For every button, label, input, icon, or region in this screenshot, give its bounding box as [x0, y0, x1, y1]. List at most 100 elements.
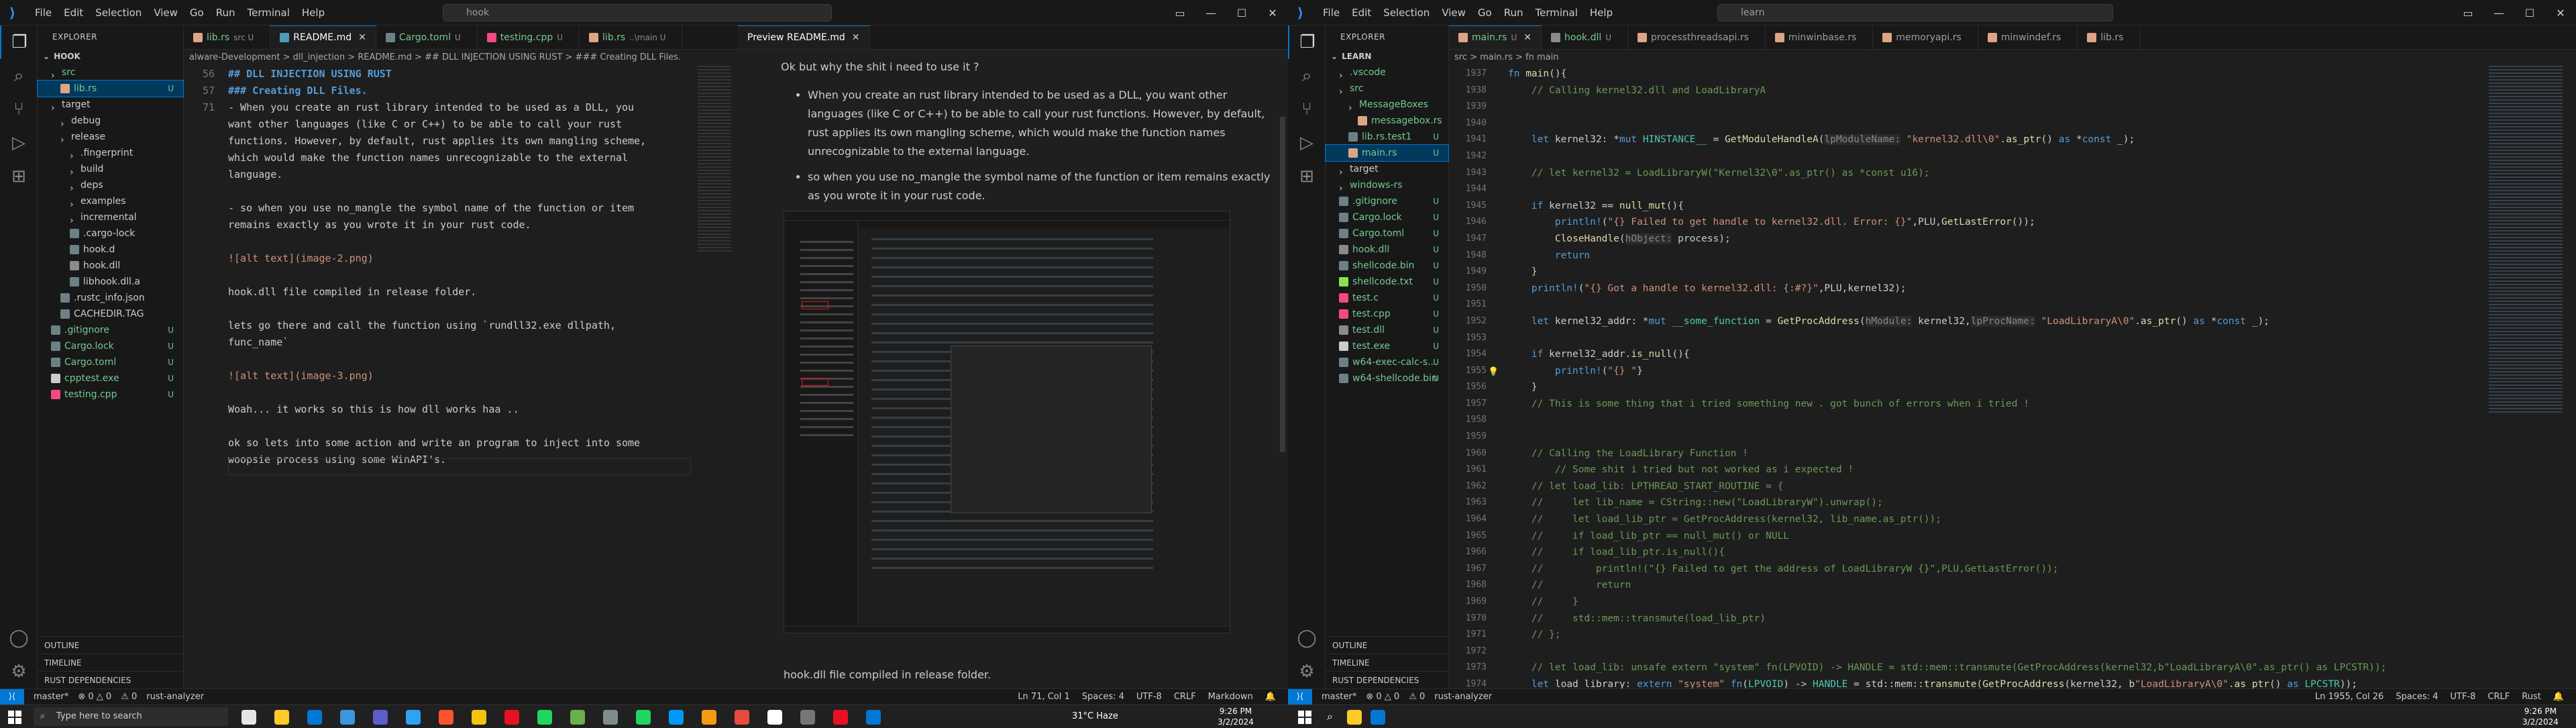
taskbar-app-icon[interactable] [800, 710, 815, 725]
taskbar-app-icon[interactable] [274, 710, 289, 725]
account-icon[interactable]: ◯ [1288, 621, 1326, 655]
lightbulb-icon[interactable]: 💡 [1488, 364, 1499, 381]
taskbar-app-icon[interactable] [702, 710, 716, 725]
tree-item[interactable]: hook.d [38, 242, 183, 258]
tree-item[interactable]: › .fingerprint [38, 145, 183, 162]
tree-item[interactable]: messagebox.rs [1326, 113, 1448, 129]
menu-selection[interactable]: Selection [95, 7, 142, 19]
layout-icon[interactable]: ▭ [2453, 7, 2483, 19]
clock-left[interactable]: 9:26 PM 3/2/2024 [1218, 706, 1254, 727]
status-item[interactable]: UTF-8 [2451, 689, 2476, 705]
timeline-section[interactable]: TIMELINE [1326, 654, 1448, 671]
taskbar-app-icon[interactable] [767, 710, 782, 725]
taskbar-app-icon[interactable] [439, 710, 453, 725]
tree-item[interactable]: › MessageBoxes [1326, 97, 1448, 113]
remote-icon[interactable]: ⟩⟨ [0, 689, 24, 705]
rust-code-editor[interactable]: 1937 1938 1939 1940 1941 1942 1943 1944 1945 1946… [1449, 66, 2428, 688]
tree-item[interactable]: Cargo.toml U [38, 354, 183, 370]
explorer-icon[interactable]: ❐ [1288, 25, 1326, 59]
tree-item[interactable]: › incremental [38, 209, 183, 226]
command-center-search[interactable]: learn [1717, 4, 2113, 21]
tree-item[interactable]: .rustc_info.json [38, 290, 183, 306]
account-icon[interactable]: ◯ [0, 621, 38, 655]
tree-item[interactable]: .gitignore U [1326, 193, 1448, 209]
remote-icon[interactable]: ⟩⟨ [1288, 689, 1312, 705]
command-center-search[interactable]: hook [443, 4, 832, 21]
status-item[interactable]: Spaces: 4 [1082, 689, 1124, 705]
close-icon[interactable]: ✕ [1257, 7, 1288, 19]
taskbar-app-icon[interactable] [603, 710, 618, 725]
start-icon-2[interactable] [1298, 711, 1311, 724]
status-item[interactable]: Spaces: 4 [2396, 689, 2438, 705]
tree-item[interactable]: › windows-rs [1326, 177, 1448, 194]
taskbar-app-icon[interactable] [241, 710, 256, 725]
extensions-icon[interactable]: ⊞ [0, 160, 38, 193]
tree-item[interactable]: › build [38, 161, 183, 178]
vscode-taskbar-icon[interactable] [1371, 710, 1385, 725]
tree-item[interactable]: › src [1326, 81, 1448, 97]
layout-icon[interactable]: ▭ [1165, 7, 1195, 19]
breadcrumb[interactable]: src > main.rs > fn main [1449, 50, 2388, 66]
tree-item[interactable]: lib.rs U [37, 80, 184, 97]
tree-item[interactable]: hook.dll [38, 258, 183, 274]
taskbar-app-icon[interactable] [340, 710, 355, 725]
tree-item[interactable]: lib.rs.test1 U [1326, 129, 1448, 145]
close-icon[interactable]: ✕ [852, 32, 860, 43]
taskbar-app-icon[interactable] [833, 710, 848, 725]
maximize-icon[interactable]: ☐ [2514, 7, 2545, 19]
search-icon[interactable]: ⌕ [1288, 59, 1326, 93]
clock-right[interactable]: 9:26 PM 3/2/2024 [2522, 706, 2559, 727]
status-item[interactable]: Ln 71, Col 1 [1018, 689, 1069, 705]
menu-file[interactable]: File [1323, 7, 1340, 19]
menu-run[interactable]: Run [1504, 7, 1523, 19]
taskbar-app-icon[interactable] [669, 710, 684, 725]
status-item[interactable]: rust-analyzer [1434, 689, 1492, 705]
menu-file[interactable]: File [35, 7, 52, 19]
taskbar-app-icon[interactable] [472, 710, 486, 725]
editor-tab[interactable]: lib.rs ..\main U [580, 25, 683, 49]
tree-item[interactable]: shellcode.bin U [1326, 258, 1448, 274]
tree-item[interactable]: › target [38, 97, 183, 113]
rust-source[interactable]: fn main(){ // Calling kernel32.dll and L… [1508, 66, 2386, 688]
tree-item[interactable]: main.rs U [1325, 144, 1449, 162]
editor-tab[interactable]: minwinbase.rs [1766, 25, 1874, 49]
editor-tab[interactable]: main.rs U ✕ [1449, 25, 1542, 49]
taskbar-app-icon[interactable] [570, 710, 585, 725]
status-item[interactable]: ⊗ 0 △ 0 [78, 689, 111, 705]
tree-item[interactable]: Cargo.lock U [38, 338, 183, 354]
editor-tab[interactable]: lib.rs src U [184, 25, 271, 49]
rust-dependencies-section[interactable]: RUST DEPENDENCIES [38, 671, 183, 688]
run-debug-icon[interactable]: ▷ [0, 126, 38, 160]
outline-section[interactable]: OUTLINE [38, 636, 183, 654]
editor-tab[interactable]: Cargo.toml U [376, 25, 478, 49]
status-item[interactable]: ⊗ 0 △ 0 [1366, 689, 1399, 705]
close-icon[interactable]: ✕ [2545, 7, 2576, 19]
taskbar-app-icon[interactable] [504, 710, 519, 725]
start-icon[interactable] [8, 711, 21, 724]
tree-item[interactable]: libhook.dll.a [38, 274, 183, 290]
status-item[interactable]: master* [1322, 689, 1356, 705]
tree-item[interactable]: › release [38, 129, 183, 146]
taskbar-app-icon[interactable] [406, 710, 421, 725]
markdown-editor[interactable]: 56 57 71 ## DLL INJECTION USING RUST ### Cr… [184, 66, 738, 688]
status-item[interactable]: UTF-8 [1136, 689, 1162, 705]
tree-item[interactable]: › src [38, 64, 183, 81]
taskbar-app-icon[interactable] [307, 710, 322, 725]
tree-item[interactable]: testing.cpp U [38, 386, 183, 403]
tree-item[interactable]: Cargo.lock U [1326, 209, 1448, 225]
tree-item[interactable]: › examples [38, 193, 183, 210]
editor-tab[interactable]: minwindef.rs [1978, 25, 2078, 49]
tree-item[interactable]: w64-shellcode.bin U [1326, 370, 1448, 386]
timeline-section[interactable]: TIMELINE [38, 654, 183, 671]
settings-gear-icon[interactable]: ⚙ [1288, 655, 1326, 688]
menu-help[interactable]: Help [302, 7, 325, 19]
minimize-icon[interactable]: — [2483, 7, 2514, 19]
tree-item[interactable]: test.cpp U [1326, 306, 1448, 322]
taskbar-app-icon[interactable] [866, 710, 881, 725]
status-item[interactable]: master* [34, 689, 68, 705]
menu-terminal[interactable]: Terminal [248, 7, 290, 19]
tree-item[interactable]: test.dll U [1326, 322, 1448, 338]
tree-item[interactable]: hook.dll U [1326, 242, 1448, 258]
tree-item[interactable]: › target [1326, 161, 1448, 178]
settings-gear-icon[interactable]: ⚙ [0, 655, 38, 688]
